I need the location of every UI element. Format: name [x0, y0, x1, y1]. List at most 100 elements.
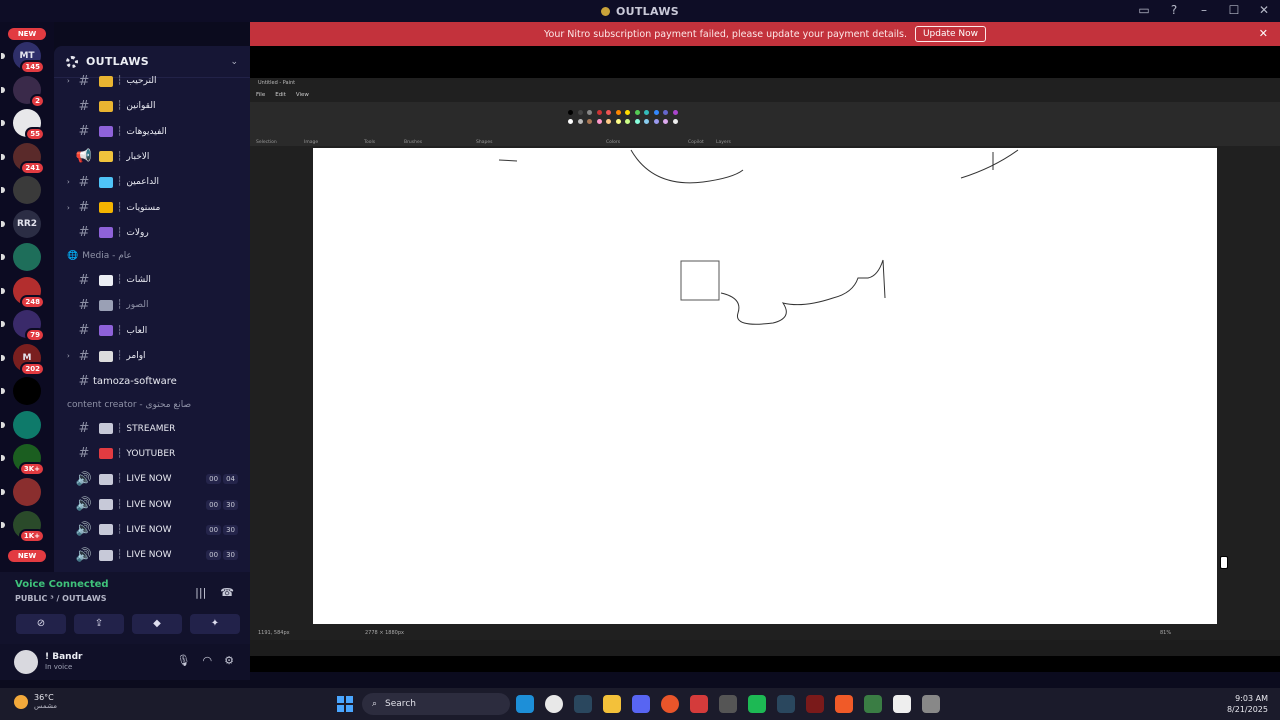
taskbar-search[interactable]: ⌕ Search — [362, 693, 510, 715]
server-icon[interactable] — [13, 176, 41, 204]
spotify-icon[interactable] — [748, 695, 766, 713]
steam-icon[interactable] — [574, 695, 592, 713]
close-button[interactable]: ✕ — [1256, 3, 1272, 17]
edge-icon[interactable] — [516, 695, 534, 713]
server-icon[interactable]: 3K+ — [13, 444, 45, 476]
chrome-icon[interactable] — [545, 695, 563, 713]
color-swatch[interactable] — [634, 110, 640, 115]
color-swatch[interactable] — [568, 110, 573, 115]
color-swatch[interactable] — [644, 110, 649, 115]
color-swatch[interactable] — [625, 119, 630, 124]
channel-item[interactable]: # ┆ STREAMER — [54, 418, 250, 440]
inbox-icon[interactable]: ▭ — [1136, 3, 1152, 17]
channel-item[interactable]: # tamoza-software — [54, 370, 250, 392]
minimize-button[interactable]: – — [1196, 3, 1212, 17]
color-swatch[interactable] — [644, 119, 649, 124]
disconnect-icon[interactable]: ☎ — [220, 586, 234, 599]
color-swatch[interactable] — [625, 110, 630, 115]
paint-tool-group[interactable]: Layers — [716, 140, 731, 145]
server-icon[interactable]: 2 — [13, 75, 45, 108]
weather-widget[interactable]: 36°C مشمس — [14, 693, 57, 710]
mic-icon[interactable]: 🎙 — [177, 654, 191, 667]
color-swatch[interactable] — [596, 119, 602, 124]
server-icon[interactable]: RR2 — [13, 209, 41, 238]
channel-item[interactable]: # ┆ رولات — [54, 222, 250, 244]
paint-canvas[interactable] — [313, 148, 1217, 624]
color-swatch[interactable] — [577, 119, 583, 124]
paint-tool-group[interactable]: Image — [304, 140, 318, 145]
update-now-button[interactable]: Update Now — [914, 26, 987, 42]
channel-item[interactable]: # ┆ العاب — [54, 320, 250, 342]
close-banner-icon[interactable]: ✕ — [1259, 27, 1268, 40]
paint-menu-item[interactable]: Edit — [275, 92, 286, 98]
server-icon[interactable]: 248 — [13, 276, 45, 309]
color-swatch[interactable] — [672, 110, 678, 115]
screen-share-button[interactable]: ⇪ — [74, 614, 124, 634]
voice-activity-icon[interactable]: ||| — [195, 586, 206, 599]
color-swatch[interactable] — [663, 110, 668, 115]
paint-tool-group[interactable]: Copilot — [688, 140, 704, 145]
discord-icon[interactable] — [632, 695, 650, 713]
color-swatch[interactable] — [606, 119, 611, 124]
app-icon[interactable] — [864, 695, 882, 713]
paint-tool-group[interactable]: Colors — [606, 140, 620, 145]
color-swatch[interactable] — [653, 110, 659, 115]
soundboard-button[interactable]: ✦ — [190, 614, 240, 634]
file-explorer-icon[interactable] — [603, 695, 621, 713]
server-icon[interactable]: 241 — [13, 142, 45, 175]
maximize-button[interactable]: ☐ — [1226, 3, 1242, 17]
paint-menu-item[interactable]: View — [296, 92, 309, 98]
headphones-icon[interactable]: ◠ — [203, 654, 213, 667]
start-button[interactable] — [337, 696, 353, 712]
channel-item[interactable]: › # ┆ الداعمين — [54, 171, 250, 193]
color-swatch[interactable] — [606, 110, 611, 115]
channel-item[interactable]: › # ┆ مستويات — [54, 197, 250, 219]
stream-view[interactable]: Untitled - Paint File Edit View Selection I… — [250, 46, 1280, 672]
channel-item[interactable]: # ┆ الشات — [54, 269, 250, 291]
voice-channel[interactable]: PUBLIC ³ / OUTLAWS — [15, 594, 106, 603]
color-swatch[interactable] — [663, 119, 668, 124]
settings-gear-icon[interactable]: ⚙ — [224, 654, 234, 667]
activity-button[interactable]: ◆ — [132, 614, 182, 634]
zoom-level[interactable]: 81% — [1160, 630, 1171, 636]
channel-item[interactable]: # ┆ القوانين — [54, 95, 250, 117]
paint-menu-item[interactable]: File — [256, 92, 265, 98]
paint-tool-group[interactable]: Shapes — [476, 140, 492, 145]
color-swatch[interactable] — [587, 119, 592, 124]
channel-item[interactable]: # ┆ الفيديوهات — [54, 121, 250, 143]
channel-item[interactable]: 📢 ┆ الاخبار — [54, 146, 250, 168]
server-icon[interactable] — [13, 243, 41, 271]
app-icon[interactable] — [806, 695, 824, 713]
color-swatch[interactable] — [568, 119, 573, 124]
avatar[interactable] — [14, 650, 38, 674]
server-icon[interactable] — [13, 410, 41, 439]
paint-tool-group[interactable]: Tools — [364, 140, 375, 145]
color-swatch[interactable] — [577, 110, 583, 115]
server-icon[interactable]: MT 145 — [13, 42, 45, 74]
channel-item[interactable]: # ┆ الصور — [54, 294, 250, 316]
category-media[interactable]: 🌐 Media - عام — [67, 251, 132, 261]
channel-item[interactable]: 🔊 ┆ LIVE NOW 00 30 — [54, 544, 250, 566]
channel-item[interactable]: 🔊 ┆ LIVE NOW 00 30 — [54, 519, 250, 541]
color-swatch[interactable] — [596, 110, 602, 115]
color-swatch[interactable] — [615, 119, 621, 124]
server-icon[interactable]: M 202 — [13, 343, 45, 376]
server-icon[interactable]: 79 — [13, 310, 45, 342]
clock[interactable]: 9:03 AM 8/21/2025 — [1227, 693, 1268, 715]
brave-icon[interactable] — [835, 695, 853, 713]
color-swatch[interactable] — [634, 119, 640, 124]
server-icon[interactable] — [13, 377, 41, 405]
app-icon[interactable] — [893, 695, 911, 713]
app-icon[interactable] — [719, 695, 737, 713]
channel-item[interactable]: 🔊 ┆ LIVE NOW 00 04 — [54, 468, 250, 490]
color-swatch[interactable] — [672, 119, 678, 124]
camera-off-button[interactable]: ⊘ — [16, 614, 66, 634]
server-icon[interactable]: 1K+ — [13, 511, 45, 543]
channel-item[interactable]: › # ┆ الترحيب — [54, 70, 250, 92]
channel-item[interactable]: 🔊 ┆ LIVE NOW 00 30 — [54, 494, 250, 516]
server-icon[interactable]: 55 — [13, 109, 45, 141]
channel-item[interactable]: › # ┆ اوامر — [54, 345, 250, 367]
app-icon[interactable] — [690, 695, 708, 713]
server-icon[interactable] — [13, 477, 41, 506]
color-swatch[interactable] — [587, 110, 592, 115]
